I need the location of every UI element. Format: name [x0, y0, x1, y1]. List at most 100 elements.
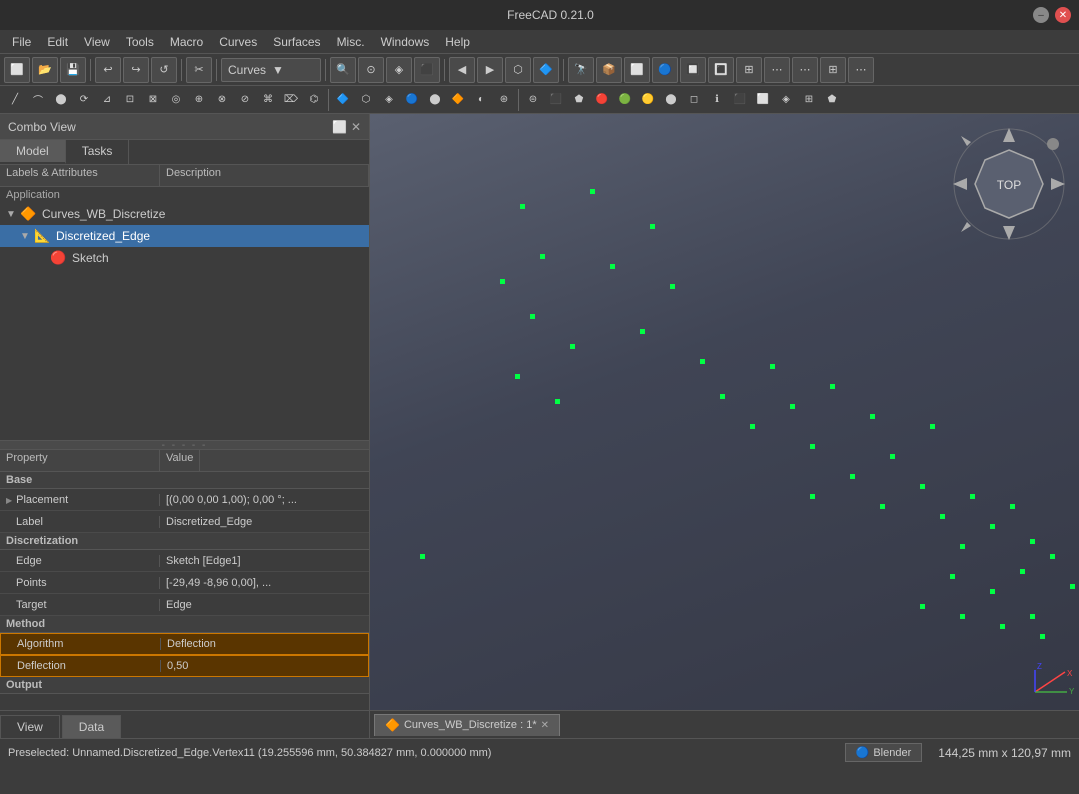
tb-view1[interactable]: ⊙ [358, 57, 384, 83]
blender-button[interactable]: 🔵 Blender [845, 743, 923, 762]
menu-item-file[interactable]: File [4, 33, 39, 51]
curves-tb-8[interactable]: ◎ [165, 89, 187, 111]
curves-tb-6[interactable]: ⊡ [119, 89, 141, 111]
tb-view3[interactable]: ⬛ [414, 57, 440, 83]
curves-tb-19[interactable]: ⬤ [424, 89, 446, 111]
tb-more3[interactable]: ⋯ [848, 57, 874, 83]
curves-tb-32[interactable]: ⬛ [729, 89, 751, 111]
prop-row-label[interactable]: Label Discretized_Edge [0, 511, 369, 533]
prop-row-placement[interactable]: ▶Placement [(0,00 0,00 1,00); 0,00 °; ..… [0, 489, 369, 511]
tb-view4[interactable]: 🔭 [568, 57, 594, 83]
curves-tb-14[interactable]: ⌬ [303, 89, 325, 111]
curves-tb-21[interactable]: ◐ [470, 89, 492, 111]
curves-tb-16[interactable]: ⬡ [355, 89, 377, 111]
refresh-button[interactable]: ↺ [151, 57, 177, 83]
menu-item-tools[interactable]: Tools [118, 33, 162, 51]
curves-tb-35[interactable]: ⊞ [798, 89, 820, 111]
tb-zoom[interactable]: 🔍 [330, 57, 356, 83]
tb-view9[interactable]: 🔳 [708, 57, 734, 83]
tab-model[interactable]: Model [0, 140, 66, 164]
curves-tb-28[interactable]: 🟡 [637, 89, 659, 111]
curves-tb-10[interactable]: ⊗ [211, 89, 233, 111]
tab-view[interactable]: View [0, 715, 60, 738]
vp-tab-close[interactable]: ✕ [541, 720, 549, 731]
curves-tb-25[interactable]: ⬟ [568, 89, 590, 111]
viewport-tab-1[interactable]: 🔶 Curves_WB_Discretize : 1* ✕ [374, 714, 560, 736]
curves-tb-31[interactable]: ℹ [706, 89, 728, 111]
curves-tb-34[interactable]: ◈ [775, 89, 797, 111]
workbench-dropdown[interactable]: Curves ▼ [221, 58, 321, 82]
new-button[interactable]: ⬜ [4, 57, 30, 83]
tb-grid[interactable]: ⊞ [820, 57, 846, 83]
undo-button[interactable]: ↩ [95, 57, 121, 83]
prop-name-points: Points [0, 577, 160, 589]
prop-row-algorithm[interactable]: Algorithm Deflection [0, 633, 369, 655]
tree-item-curves-wb[interactable]: ▼ 🔶 Curves_WB_Discretize [0, 203, 369, 225]
curves-tb-11[interactable]: ⊘ [234, 89, 256, 111]
menu-item-misc.[interactable]: Misc. [329, 33, 373, 51]
minimize-button[interactable]: – [1033, 7, 1049, 23]
curves-tb-30[interactable]: ◻ [683, 89, 705, 111]
curves-tb-13[interactable]: ⌦ [280, 89, 302, 111]
curves-tb-22[interactable]: ⊛ [493, 89, 515, 111]
vertex-dot-0 [520, 204, 525, 209]
svg-text:Z: Z [1037, 662, 1042, 671]
nav-cube[interactable]: TOP [949, 124, 1069, 244]
menu-item-view[interactable]: View [76, 33, 118, 51]
tb-select1[interactable]: ⬡ [505, 57, 531, 83]
combo-expand-button[interactable]: ⬜ [332, 120, 347, 134]
curves-tb-9[interactable]: ⊕ [188, 89, 210, 111]
curves-tb-23[interactable]: ⊜ [522, 89, 544, 111]
curves-tb-5[interactable]: ⊿ [96, 89, 118, 111]
curves-tb-36[interactable]: ⬟ [821, 89, 843, 111]
menu-item-help[interactable]: Help [437, 33, 478, 51]
tb-more1[interactable]: ⋯ [764, 57, 790, 83]
tb-view8[interactable]: 🔲 [680, 57, 706, 83]
tree-item-discretized-edge[interactable]: ▼ 📐 Discretized_Edge [0, 225, 369, 247]
curves-tb-7[interactable]: ⊠ [142, 89, 164, 111]
open-button[interactable]: 📂 [32, 57, 58, 83]
menu-item-curves[interactable]: Curves [211, 33, 265, 51]
curves-tb-26[interactable]: 🔴 [591, 89, 613, 111]
curves-tb-3[interactable]: ⬤ [50, 89, 72, 111]
curves-tb-17[interactable]: ◈ [378, 89, 400, 111]
curves-tb-33[interactable]: ⬜ [752, 89, 774, 111]
tb-view5[interactable]: 📦 [596, 57, 622, 83]
save-button[interactable]: 💾 [60, 57, 86, 83]
curves-tb-29[interactable]: ⬤ [660, 89, 682, 111]
tb-nav1[interactable]: ◀ [449, 57, 475, 83]
tb-view2[interactable]: ◈ [386, 57, 412, 83]
curves-tb-27[interactable]: 🟢 [614, 89, 636, 111]
curves-tb-1[interactable]: ╱ [4, 89, 26, 111]
menu-item-macro[interactable]: Macro [162, 33, 211, 51]
menu-item-surfaces[interactable]: Surfaces [265, 33, 328, 51]
menu-item-edit[interactable]: Edit [39, 33, 76, 51]
combo-close-button[interactable]: ✕ [351, 120, 361, 134]
viewport[interactable]: TOP X Y Z 🔶 Curves_WB_Discretize : 1* ✕ [370, 114, 1079, 738]
cut-button[interactable]: ✂ [186, 57, 212, 83]
curves-tb-18[interactable]: 🔵 [401, 89, 423, 111]
curves-tb-4[interactable]: ⟳ [73, 89, 95, 111]
prop-row-points[interactable]: Points [-29,49 -8,96 0,00], ... [0, 572, 369, 594]
tab-tasks[interactable]: Tasks [66, 140, 130, 164]
tb-view10[interactable]: ⊞ [736, 57, 762, 83]
tb-nav2[interactable]: ▶ [477, 57, 503, 83]
tb-view6[interactable]: ⬜ [624, 57, 650, 83]
curves-tb-20[interactable]: 🔶 [447, 89, 469, 111]
tree-label-3: Sketch [72, 251, 109, 265]
menu-item-windows[interactable]: Windows [373, 33, 438, 51]
tb-select2[interactable]: 🔷 [533, 57, 559, 83]
curves-tb-15[interactable]: 🔷 [332, 89, 354, 111]
curves-tb-24[interactable]: ⬛ [545, 89, 567, 111]
curves-tb-12[interactable]: ⌘ [257, 89, 279, 111]
redo-button[interactable]: ↪ [123, 57, 149, 83]
prop-row-deflection[interactable]: Deflection 0,50 [0, 655, 369, 677]
tree-item-sketch[interactable]: 🔴 Sketch [0, 247, 369, 269]
prop-row-edge[interactable]: Edge Sketch [Edge1] [0, 550, 369, 572]
curves-tb-2[interactable]: ⌒ [27, 89, 49, 111]
close-button[interactable]: ✕ [1055, 7, 1071, 23]
tab-data[interactable]: Data [62, 715, 121, 738]
tb-view7[interactable]: 🔵 [652, 57, 678, 83]
prop-row-target[interactable]: Target Edge [0, 594, 369, 616]
tb-more2[interactable]: ⋯ [792, 57, 818, 83]
